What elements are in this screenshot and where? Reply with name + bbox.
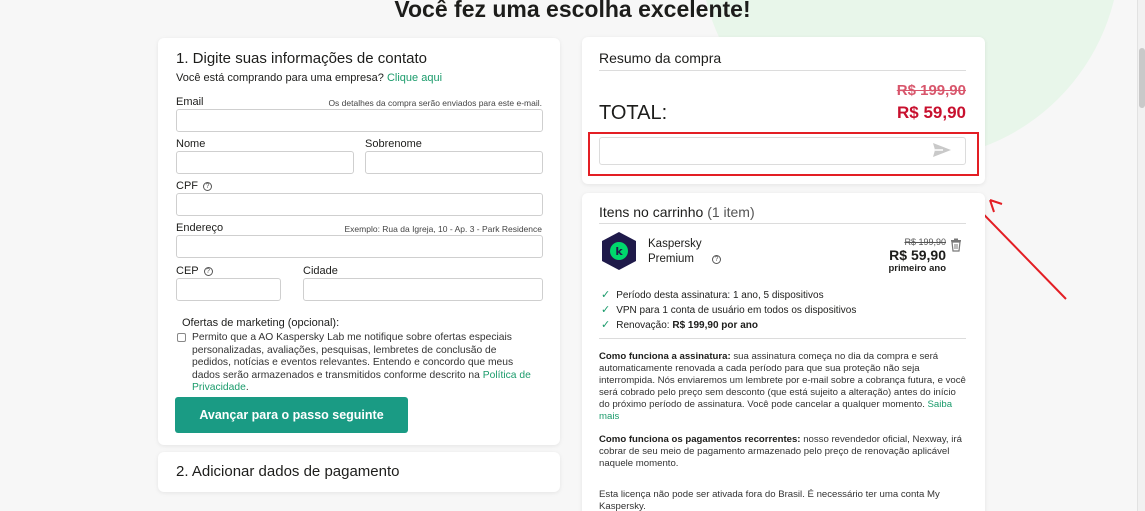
last-name-field[interactable] [365,151,543,174]
total-price: R$ 59,90 [897,103,966,122]
first-name-label: Nome [176,138,206,150]
check-icon: ✓ [601,304,611,316]
cep-field[interactable] [176,278,281,301]
license-info: Esta licença não pode ser ativada fora d… [599,489,940,511]
recurring-payment-info: Como funciona os pagamentos recorrentes:… [599,434,969,470]
product-name-line1: Kaspersky [648,238,702,250]
page-title: Você fez uma escolha excelente! [394,0,751,22]
email-hint: Os detalhes da compra serão enviados par… [328,98,542,108]
city-label: Cidade [303,265,338,277]
cart-divider [599,223,966,224]
marketing-title: Ofertas de marketing (opcional): [182,317,340,329]
feature-item: ✓ Renovação: R$ 199,90 por ano [601,318,758,331]
address-field[interactable] [176,235,543,258]
business-prompt: Você está comprando para uma empresa? Cl… [176,72,442,84]
business-link[interactable]: Clique aqui [387,72,442,84]
help-icon[interactable]: ? [203,182,212,191]
item-old-price: R$ 199,90 [904,237,946,247]
help-icon[interactable]: ? [203,267,213,276]
payment-section-title: 2. Adicionar dados de pagamento [176,463,400,480]
summary-title: Resumo da compra [599,50,722,66]
contact-section-title: 1. Digite suas informações de contato [176,50,427,67]
next-step-button[interactable]: Avançar para o passo seguinte [175,397,408,433]
help-icon[interactable]: ? [712,255,721,264]
email-field[interactable] [176,109,543,132]
item-price: R$ 59,90 [889,247,946,263]
cep-label-text: CEP [176,265,199,277]
total-label: TOTAL: [599,102,668,124]
privacy-end: . [245,382,249,393]
subscription-heading: Como funciona a assinatura: [599,351,731,362]
marketing-consent-text: Permito que a AO Kaspersky Lab me notifi… [192,332,537,395]
cpf-label: CPF? [176,180,212,192]
recurring-heading: Como funciona os pagamentos recorrentes: [599,434,801,445]
last-name-label: Sobrenome [365,138,422,150]
cart-title: Itens no carrinho (1 item) [599,204,755,220]
annotation-highlight-box [588,132,979,176]
annotation-arrowhead [989,199,1003,213]
cart-title-text: Itens no carrinho [599,204,704,220]
cart-card: Itens no carrinho (1 item) k Kaspersky P… [582,193,985,511]
cart-count: (1 item) [707,204,755,220]
summary-divider [599,70,966,71]
contact-card: 1. Digite suas informações de contato Vo… [158,38,560,445]
features-divider [599,338,966,339]
page-scrollbar[interactable] [1137,0,1145,511]
city-field[interactable] [303,278,543,301]
trash-icon[interactable] [950,238,962,257]
feature-text: Renovação: [616,320,673,331]
first-name-field[interactable] [176,151,354,174]
address-hint: Exemplo: Rua da Igreja, 10 - Ap. 3 - Par… [344,224,543,234]
cep-label: CEP? [176,265,213,277]
check-icon: ✓ [601,319,611,331]
check-icon: ✓ [601,289,611,301]
item-price-note: primeiro ano [888,263,946,274]
marketing-text: Permito que a AO Kaspersky Lab me notifi… [192,332,514,381]
marketing-checkbox[interactable] [177,333,186,342]
product-name-line2: Premium [648,253,695,265]
feature-text: VPN para 1 conta de usuário em todos os … [616,305,857,316]
cpf-field[interactable] [176,193,543,216]
subscription-info: Como funciona a assinatura: sua assinatu… [599,351,969,423]
email-label: Email [176,96,204,108]
svg-text:k: k [615,245,623,258]
scrollbar-thumb[interactable] [1139,48,1145,108]
feature-bold: R$ 199,90 por ano [672,320,758,331]
kaspersky-logo: k [600,231,638,271]
business-prompt-text: Você está comprando para uma empresa? [176,72,384,84]
summary-old-price: R$ 199,90 [896,82,966,99]
feature-item: ✓ VPN para 1 conta de usuário em todos os… [601,303,856,316]
annotation-arrow [974,205,1067,300]
feature-item: ✓ Período desta assinatura: 1 ano, 5 disp… [601,288,824,301]
cpf-label-text: CPF [176,180,198,192]
payment-card[interactable]: 2. Adicionar dados de pagamento [158,452,560,492]
address-label: Endereço [176,222,224,234]
feature-text: Período desta assinatura: 1 ano, 5 dispo… [616,290,824,301]
